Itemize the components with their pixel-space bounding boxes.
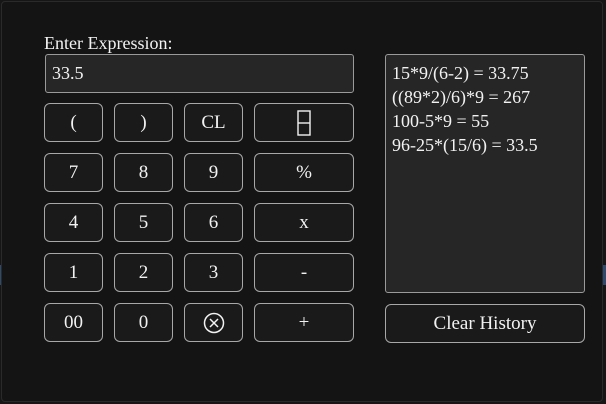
- history-entry: 100-5*9 = 55: [392, 111, 490, 131]
- clear-history-button[interactable]: Clear History: [385, 304, 585, 343]
- clear-button[interactable]: CL: [184, 103, 243, 142]
- history-entry: 96-25*(15/6) = 33.5: [392, 135, 538, 155]
- digit-4-button[interactable]: 4: [44, 203, 103, 242]
- digit-7-button[interactable]: 7: [44, 153, 103, 192]
- digit-1-button[interactable]: 1: [44, 253, 103, 292]
- digit-0-button[interactable]: 0: [114, 303, 173, 342]
- add-button[interactable]: +: [254, 303, 354, 342]
- digit-9-button[interactable]: 9: [184, 153, 243, 192]
- digit-6-button[interactable]: 6: [184, 203, 243, 242]
- history-list[interactable]: 15*9/(6-2) = 33.75 ((89*2)/6)*9 = 267 10…: [385, 54, 585, 293]
- backspace-icon: [297, 109, 311, 136]
- calculator-window: Enter Expression: ( ) CL 7 8 9 % 4 5 6 x…: [1, 1, 603, 402]
- subtract-button[interactable]: -: [254, 253, 354, 292]
- digit-2-button[interactable]: 2: [114, 253, 173, 292]
- expression-label: Enter Expression:: [44, 33, 173, 53]
- digit-8-button[interactable]: 8: [114, 153, 173, 192]
- history-entry: 15*9/(6-2) = 33.75: [392, 63, 529, 83]
- multiply-button[interactable]: x: [254, 203, 354, 242]
- backspace-button[interactable]: [254, 103, 354, 142]
- double-zero-button[interactable]: 00: [44, 303, 103, 342]
- clear-entry-button[interactable]: [184, 303, 243, 342]
- digit-3-button[interactable]: 3: [184, 253, 243, 292]
- close-paren-button[interactable]: ): [114, 103, 173, 142]
- open-paren-button[interactable]: (: [44, 103, 103, 142]
- digit-5-button[interactable]: 5: [114, 203, 173, 242]
- expression-input[interactable]: [45, 54, 354, 93]
- percent-button[interactable]: %: [254, 153, 354, 192]
- history-entry: ((89*2)/6)*9 = 267: [392, 87, 531, 107]
- clear-entry-icon: [203, 312, 224, 333]
